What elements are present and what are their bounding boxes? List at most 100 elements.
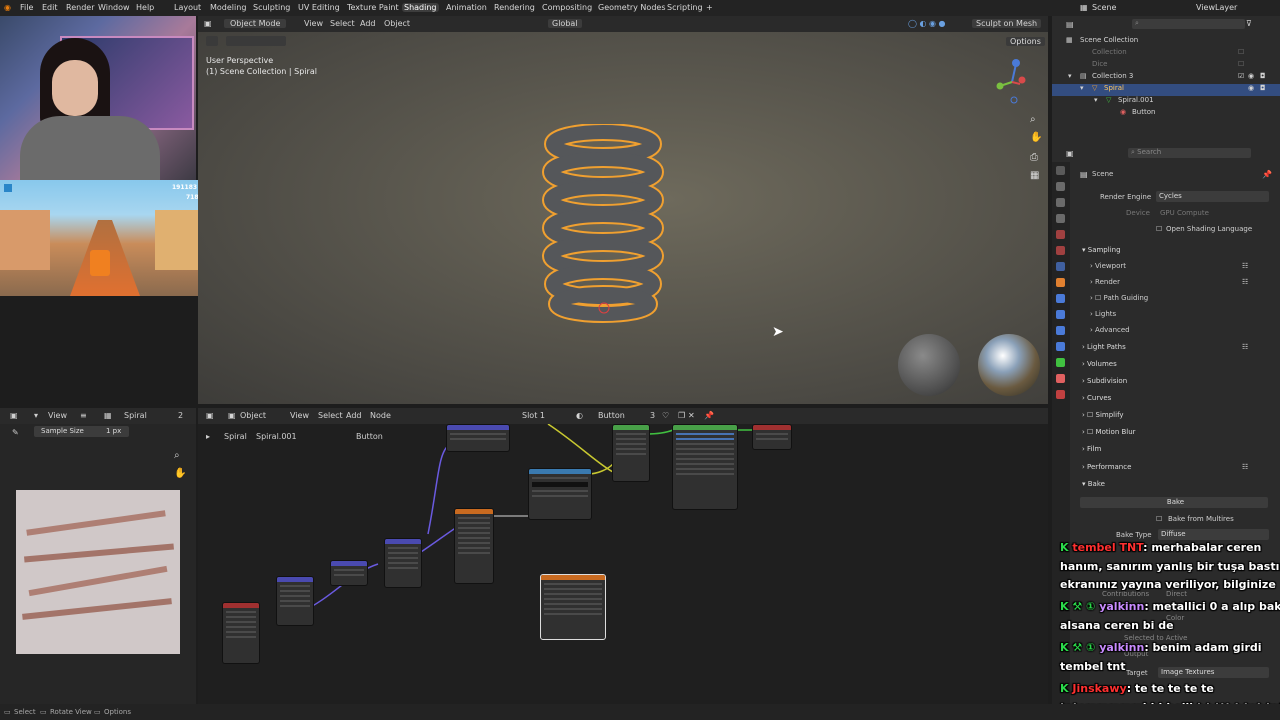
exclude-checkbox-c3[interactable]: ☑ [1238,72,1244,80]
pin-icon[interactable]: 📌 [704,411,714,420]
viewport-presets-icon[interactable]: ☷ [1242,262,1248,270]
tab-geometry-nodes[interactable]: Geometry Nodes [596,3,667,12]
material-fake-user-icon[interactable]: ♡ [662,411,669,420]
image-texture-node[interactable] [540,574,606,640]
image-view-menu[interactable]: View [48,411,67,420]
add-workspace-icon[interactable]: + [706,3,713,12]
color-ramp-node[interactable] [528,468,592,520]
image-view-dropdown-icon[interactable]: ▾ [34,411,38,420]
view-layer-tab-icon[interactable] [1056,214,1065,223]
expand-icon[interactable]: ▾ [1068,72,1072,80]
navigation-gizmo[interactable] [994,56,1030,106]
bake-type-dropdown[interactable]: Diffuse [1158,529,1269,540]
image-browse-icon[interactable]: ▦ [104,411,112,420]
outliner-row-dice[interactable]: Dice ☐ [1052,60,1280,72]
node-node-menu[interactable]: Node [370,411,391,420]
motion-blur-section[interactable]: › ☐ Motion Blur [1082,428,1136,436]
noise-texture-node[interactable] [454,508,494,584]
volumes-section[interactable]: › Volumes [1082,360,1117,368]
target-dropdown[interactable]: Image Textures [1158,667,1269,678]
subdivision-section[interactable]: › Subdivision [1082,377,1127,385]
tab-scripting[interactable]: Scripting [665,3,705,12]
pan-hand-icon[interactable]: ✋ [1030,132,1042,143]
viewport-view-menu[interactable]: View [304,19,323,28]
menu-render[interactable]: Render [66,3,94,12]
node-add-menu[interactable]: Add [346,411,362,420]
principled-bsdf-node[interactable] [672,424,738,510]
spiral-object[interactable] [528,124,678,324]
osl-checkbox[interactable]: ☐ [1156,225,1162,233]
image-pan-icon[interactable]: ✋ [174,468,186,479]
visibility-eye-icon[interactable]: ◉ [1248,72,1254,80]
tool-toggle-icon[interactable] [206,36,218,46]
node-view-menu[interactable]: View [290,411,309,420]
tool-tab-icon[interactable] [1056,166,1065,175]
viewlayer-selector[interactable]: ViewLayer [1196,3,1237,12]
select-mode-buttons[interactable] [226,36,286,46]
material-output-node[interactable] [752,424,792,450]
node-editor-type-icon[interactable]: ▣ [206,411,214,420]
simplify-section[interactable]: › ☐ Simplify [1082,411,1124,419]
outliner-row-collection[interactable]: Collection ☐ [1052,48,1280,60]
tab-sculpting[interactable]: Sculpting [251,3,292,12]
light-paths-presets-icon[interactable]: ☷ [1242,343,1248,351]
bump-node[interactable] [446,424,510,452]
tab-uv-editing[interactable]: UV Editing [296,3,342,12]
exclude-checkbox-dice[interactable]: ☐ [1238,60,1244,68]
image-editor-type-icon[interactable]: ▣ [10,411,18,420]
performance-presets-icon[interactable]: ☷ [1242,463,1248,471]
image-name-field[interactable]: Spiral [124,411,147,420]
camera-icon[interactable]: ⎙ [1030,152,1038,163]
sample-size-field[interactable]: Sample Size 1 px [34,426,129,437]
object-tab-icon[interactable] [1056,278,1065,287]
options-dropdown[interactable]: Options [1006,37,1045,46]
node-select-menu[interactable]: Select [318,411,343,420]
outliner-row-spiral[interactable]: ▾ ▽ Spiral ◉ ◘ [1052,84,1280,96]
expand-icon-spiral[interactable]: ▾ [1080,84,1084,92]
material-name-field[interactable]: Button [598,411,625,420]
transform-orientation-dropdown[interactable]: Global [548,19,582,28]
tab-texture-paint[interactable]: Texture Paint [345,3,401,12]
physics-tab-icon[interactable] [1056,326,1065,335]
particles-tab-icon[interactable] [1056,310,1065,319]
properties-type-icon[interactable]: ▣ [1066,149,1074,158]
direct-toggle[interactable]: Direct [1166,590,1187,598]
bake-button[interactable]: Bake [1080,497,1268,508]
performance-section[interactable]: › Performance [1082,463,1131,471]
scene-tab-icon[interactable] [1056,230,1065,239]
curves-section[interactable]: › Curves [1082,394,1111,402]
expand-icon-mesh[interactable]: ▾ [1094,96,1098,104]
camera-render-icon[interactable]: ◘ [1260,72,1266,80]
menu-edit[interactable]: Edit [42,3,58,12]
outliner-row-collection-3[interactable]: ▾ ▤ Collection 3 ☑ ◉ ◘ [1052,72,1280,84]
bake-multires-checkbox[interactable]: ☐ [1156,515,1162,523]
outliner-row-spiral-001[interactable]: ▾ ▽ Spiral.001 [1052,96,1280,108]
bake-section[interactable]: ▾ Bake [1082,480,1105,488]
mapping-node[interactable] [276,576,314,626]
slot-dropdown[interactable]: Slot 1 [522,411,545,420]
tab-modeling[interactable]: Modeling [208,3,248,12]
tab-layout[interactable]: Layout [172,3,203,12]
zoom-icon[interactable]: ⌕ [1030,114,1036,125]
device-value[interactable]: GPU Compute [1160,209,1209,217]
collection-tab-icon[interactable] [1056,262,1065,271]
light-paths-section[interactable]: › Light Paths [1082,343,1126,351]
render-subsection[interactable]: › Render [1090,278,1120,286]
3d-viewport[interactable]: User Perspective (1) Scene Collection | … [198,32,1048,404]
viewport-object-menu[interactable]: Object [384,19,410,28]
viewport-select-menu[interactable]: Select [330,19,355,28]
material-tab-icon[interactable] [1056,374,1065,383]
film-section[interactable]: › Film [1082,445,1101,453]
viewport-add-menu[interactable]: Add [360,19,376,28]
lights-subsection[interactable]: › Lights [1090,310,1116,318]
image-editor[interactable]: ✎ Sample Size 1 px ⌕ ✋ [0,424,196,704]
pin-properties-icon[interactable]: 📌 [1262,170,1272,179]
output-tab-icon[interactable] [1056,198,1065,207]
scene-selector[interactable]: Scene [1092,3,1116,12]
camera-render-icon-spiral[interactable]: ◘ [1260,84,1266,92]
shader-node-editor[interactable]: ▸ Spiral Spiral.001 Button [198,424,1048,704]
menu-file[interactable]: File [20,3,33,12]
path-guiding-subsection[interactable]: › ☐ Path Guiding [1090,294,1148,302]
world-tab-icon[interactable] [1056,246,1065,255]
texture-tab-icon[interactable] [1056,390,1065,399]
